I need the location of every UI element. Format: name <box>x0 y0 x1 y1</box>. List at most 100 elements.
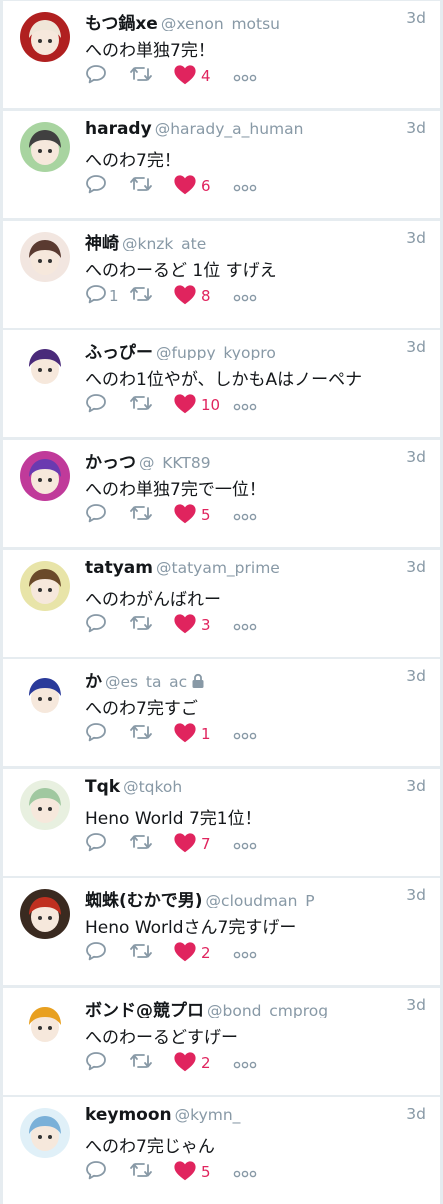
avatar[interactable] <box>20 780 70 830</box>
tweet-text: へのわーるど 1位 すげえ <box>85 261 277 281</box>
more-button[interactable] <box>233 177 257 196</box>
display-name[interactable]: Tqk <box>85 777 120 797</box>
timestamp[interactable]: 3d <box>406 1105 426 1123</box>
like-button[interactable]: 3 <box>173 613 233 638</box>
user-handle[interactable]: @tqkoh <box>123 778 182 796</box>
like-button[interactable]: 10 <box>173 393 233 418</box>
user-handle[interactable]: @knzk_ate <box>122 235 206 251</box>
retweet-button[interactable] <box>129 1160 173 1184</box>
avatar[interactable] <box>20 341 70 391</box>
user-handle[interactable]: @fuppy_kyopro <box>156 344 276 360</box>
timestamp[interactable]: 3d <box>406 119 426 137</box>
retweet-button[interactable] <box>129 284 173 308</box>
more-button[interactable] <box>233 835 257 854</box>
timestamp[interactable]: 3d <box>406 558 426 576</box>
display-name[interactable]: ボンド@競プロ <box>85 1001 204 1018</box>
timestamp[interactable]: 3d <box>406 886 426 904</box>
tweet[interactable]: か @es_ta_ac 3d へのわ7完すご 1 <box>3 659 440 766</box>
reply-button[interactable] <box>85 503 129 527</box>
avatar[interactable] <box>20 1108 70 1158</box>
retweet-button[interactable] <box>129 64 173 88</box>
user-handle[interactable]: @tatyam_prime <box>156 559 280 577</box>
more-button[interactable] <box>233 287 257 306</box>
tweet[interactable]: 蜘蛛(むかで男) @cloudman_P 3d Heno Worldさん7完すげー 2 <box>3 878 440 985</box>
like-button[interactable]: 2 <box>173 941 233 966</box>
display-name[interactable]: もつ鍋xe <box>85 14 158 31</box>
retweet-button[interactable] <box>129 613 173 637</box>
retweet-button[interactable] <box>129 941 173 965</box>
avatar[interactable] <box>20 889 70 939</box>
avatar[interactable] <box>20 999 70 1049</box>
tweet[interactable]: ボンド@競プロ @bond_cmprog 3d へのわーるどすげー 2 <box>3 988 440 1095</box>
reply-button[interactable] <box>85 832 129 856</box>
reply-button[interactable] <box>85 941 129 965</box>
reply-button[interactable] <box>85 64 129 88</box>
avatar[interactable] <box>20 451 70 501</box>
display-name[interactable]: keymoon <box>85 1105 172 1125</box>
timestamp[interactable]: 3d <box>406 229 426 247</box>
tweet[interactable]: tatyam @tatyam_prime 3d へのわがんばれー 3 <box>3 550 440 657</box>
reply-button[interactable] <box>85 1051 129 1075</box>
tweet[interactable]: harady @harady_a_human 3d へのわ7完！ 6 <box>3 111 440 218</box>
tweet[interactable]: Tqk @tqkoh 3d Heno World 7完1位！ 7 <box>3 769 440 876</box>
user-handle[interactable]: @_KKT89 <box>139 454 211 470</box>
reply-button[interactable] <box>85 613 129 637</box>
reply-button[interactable] <box>85 722 129 746</box>
avatar[interactable] <box>20 122 70 172</box>
more-button[interactable] <box>233 396 257 415</box>
retweet-button[interactable] <box>129 174 173 198</box>
timestamp[interactable]: 3d <box>406 996 426 1014</box>
display-name[interactable]: tatyam <box>85 558 153 578</box>
tweet[interactable]: もつ鍋xe @xenon_motsu 3d へのわ単独7完！ 4 <box>3 1 440 108</box>
user-handle[interactable]: @es_ta_ac <box>105 673 187 689</box>
retweet-button[interactable] <box>129 722 173 746</box>
user-handle[interactable]: @bond_cmprog <box>207 1002 328 1018</box>
like-button[interactable]: 6 <box>173 174 233 199</box>
reply-button[interactable]: 1 <box>85 284 129 308</box>
avatar[interactable] <box>20 561 70 611</box>
more-button[interactable] <box>233 67 257 86</box>
like-button[interactable]: 5 <box>173 1160 233 1185</box>
retweet-button[interactable] <box>129 503 173 527</box>
timestamp[interactable]: 3d <box>406 777 426 795</box>
reply-button[interactable] <box>85 174 129 198</box>
like-button[interactable]: 4 <box>173 64 233 89</box>
avatar[interactable] <box>20 12 70 62</box>
user-handle[interactable]: @kymn_ <box>175 1106 241 1124</box>
tweet[interactable]: 神崎 @knzk_ate 3d へのわーるど 1位 すげえ 1 8 <box>3 221 440 328</box>
timestamp[interactable]: 3d <box>406 338 426 356</box>
timestamp[interactable]: 3d <box>406 448 426 466</box>
display-name[interactable]: harady <box>85 119 152 139</box>
more-button[interactable] <box>233 1054 257 1073</box>
more-button[interactable] <box>233 1163 257 1182</box>
like-button[interactable]: 2 <box>173 1051 233 1076</box>
display-name[interactable]: か <box>85 672 102 689</box>
retweet-button[interactable] <box>129 832 173 856</box>
user-handle[interactable]: @harady_a_human <box>155 120 304 138</box>
tweet[interactable]: keymoon @kymn_ 3d へのわ7完じゃん 5 <box>3 1097 440 1204</box>
like-button[interactable]: 7 <box>173 832 233 857</box>
retweet-button[interactable] <box>129 393 173 417</box>
display-name[interactable]: 神崎 <box>85 234 119 251</box>
avatar[interactable] <box>20 670 70 720</box>
like-button[interactable]: 8 <box>173 284 233 309</box>
more-button[interactable] <box>233 506 257 525</box>
timestamp[interactable]: 3d <box>406 667 426 685</box>
reply-button[interactable] <box>85 393 129 417</box>
like-button[interactable]: 1 <box>173 722 233 747</box>
tweet[interactable]: ふっぴー @fuppy_kyopro 3d へのわ1位やが、しかもAはノーペナ 10 <box>3 330 440 437</box>
display-name[interactable]: ふっぴー <box>85 343 153 360</box>
display-name[interactable]: かっつ <box>85 453 136 470</box>
retweet-button[interactable] <box>129 1051 173 1075</box>
user-handle[interactable]: @cloudman_P <box>206 892 315 908</box>
user-handle[interactable]: @xenon_motsu <box>161 15 280 31</box>
like-button[interactable]: 5 <box>173 503 233 528</box>
avatar[interactable] <box>20 232 70 282</box>
more-button[interactable] <box>233 616 257 635</box>
more-button[interactable] <box>233 944 257 963</box>
display-name[interactable]: 蜘蛛(むかで男) <box>85 891 203 908</box>
more-button[interactable] <box>233 725 257 744</box>
timestamp[interactable]: 3d <box>406 9 426 27</box>
reply-button[interactable] <box>85 1160 129 1184</box>
tweet[interactable]: かっつ @_KKT89 3d へのわ単独7完で一位！ 5 <box>3 440 440 547</box>
